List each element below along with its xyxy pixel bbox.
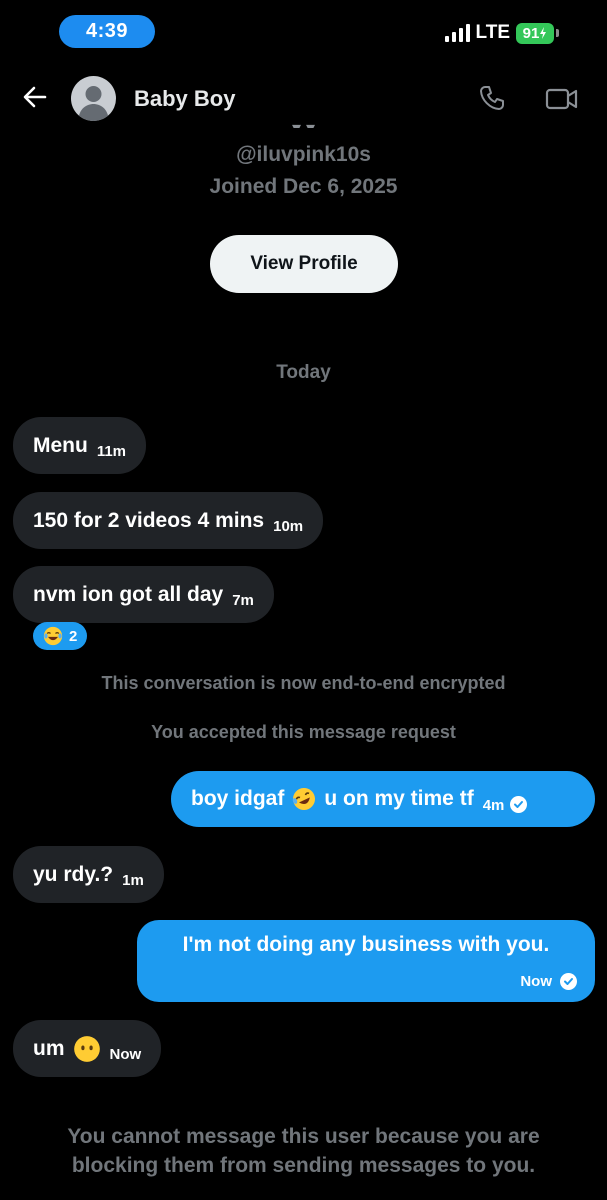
network-type: LTE bbox=[475, 22, 510, 43]
message-text: u on my time tf bbox=[324, 787, 474, 810]
message-text: I'm not doing any business with you. bbox=[182, 933, 550, 956]
signal-strength-icon bbox=[444, 24, 470, 42]
reaction-count: 2 bbox=[69, 627, 78, 645]
status-time: 4:39 bbox=[59, 15, 155, 48]
face-with-tears-of-joy-icon bbox=[43, 626, 63, 646]
battery-icon: 91 bbox=[516, 22, 559, 44]
message-incoming[interactable]: yu rdy.? 1m bbox=[13, 846, 164, 903]
message-text: Menu bbox=[33, 433, 88, 457]
face-without-mouth-icon bbox=[73, 1035, 100, 1062]
message-text: boy idgaf bbox=[191, 787, 285, 810]
contact-name[interactable]: Baby Boy bbox=[134, 86, 235, 112]
video-call-icon[interactable] bbox=[545, 86, 579, 112]
avatar[interactable] bbox=[71, 76, 116, 121]
message-time: 7m bbox=[232, 592, 254, 609]
reaction-badge[interactable]: 2 bbox=[33, 622, 88, 650]
profile-name-cutoff: ▾ ▾ bbox=[291, 118, 316, 128]
view-profile-button[interactable]: View Profile bbox=[210, 235, 398, 293]
default-avatar-icon bbox=[78, 86, 109, 121]
phone-call-icon[interactable] bbox=[478, 84, 506, 112]
profile-handle: @iluvpink10s bbox=[236, 143, 371, 166]
system-notice: You accepted this message request bbox=[151, 722, 456, 742]
message-time: 11m bbox=[96, 443, 127, 460]
message-time: 1m bbox=[122, 872, 144, 889]
message-outgoing[interactable]: I'm not doing any business with you. Now bbox=[137, 920, 595, 1002]
system-notice: This conversation is now end-to-end encr… bbox=[101, 673, 506, 693]
message-time: 10m bbox=[273, 518, 304, 535]
message-incoming[interactable]: Menu 11m bbox=[13, 417, 147, 474]
battery-level: 91 bbox=[522, 24, 540, 42]
read-receipt-icon bbox=[560, 973, 577, 990]
blocked-notice: You cannot message this user because you… bbox=[67, 1125, 540, 1177]
message-text: nvm ion got all day bbox=[33, 582, 224, 606]
message-incoming[interactable]: um Now bbox=[13, 1020, 162, 1077]
message-text: yu rdy.? bbox=[33, 862, 114, 886]
message-text: 150 for 2 videos 4 mins bbox=[33, 508, 265, 532]
rolling-on-floor-laughing-icon bbox=[293, 788, 316, 810]
status-indicators: LTE 91 bbox=[444, 22, 559, 44]
message-time: 4m bbox=[482, 796, 505, 814]
read-receipt-icon bbox=[510, 795, 528, 813]
day-separator: Today bbox=[276, 362, 331, 383]
profile-joined-date: Joined Dec 6, 2025 bbox=[209, 175, 398, 198]
message-text: um bbox=[33, 1036, 65, 1060]
back-arrow-icon[interactable] bbox=[20, 82, 50, 112]
message-time: Now bbox=[520, 973, 552, 990]
message-outgoing[interactable]: boy idgaf u on my time tf 4m bbox=[171, 771, 595, 827]
message-time: Now bbox=[109, 1046, 142, 1063]
message-incoming[interactable]: nvm ion got all day 7m bbox=[13, 566, 274, 623]
message-incoming[interactable]: 150 for 2 videos 4 mins 10m bbox=[13, 492, 324, 549]
